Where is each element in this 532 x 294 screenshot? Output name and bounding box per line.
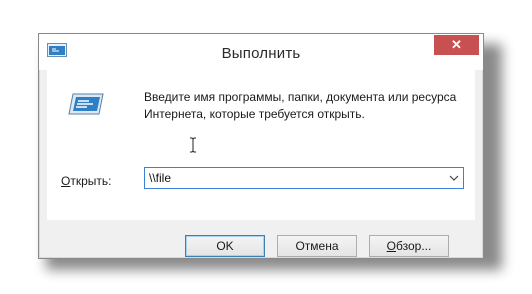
run-dialog: Выполнить ✕ Введите имя программы, папки…: [38, 33, 484, 259]
chevron-down-icon[interactable]: [447, 171, 461, 185]
browse-button-accesskey: О: [386, 239, 396, 253]
open-label: Открыть:: [61, 174, 111, 188]
open-label-accesskey: О: [61, 174, 71, 188]
title-bar[interactable]: Выполнить ✕: [39, 34, 483, 70]
close-button[interactable]: ✕: [434, 35, 479, 55]
cancel-button[interactable]: Отмена: [277, 235, 357, 257]
run-dialog-icon: [67, 90, 107, 118]
text-cursor-icon: [189, 137, 197, 153]
close-icon: ✕: [451, 37, 462, 52]
ok-button-label: OK: [216, 239, 234, 253]
cancel-button-label: Отмена: [295, 239, 339, 253]
dialog-content: Введите имя программы, папки, документа …: [47, 70, 475, 220]
open-label-text: ткрыть:: [70, 174, 112, 188]
ok-button[interactable]: OK: [185, 235, 265, 257]
browse-button-label: бзор...: [396, 239, 432, 253]
browse-button[interactable]: Обзор...: [369, 235, 449, 257]
instruction-text: Введите имя программы, папки, документа …: [144, 90, 457, 121]
open-input[interactable]: [149, 170, 439, 186]
window-title: Выполнить: [221, 45, 301, 62]
open-combobox[interactable]: [144, 167, 464, 189]
